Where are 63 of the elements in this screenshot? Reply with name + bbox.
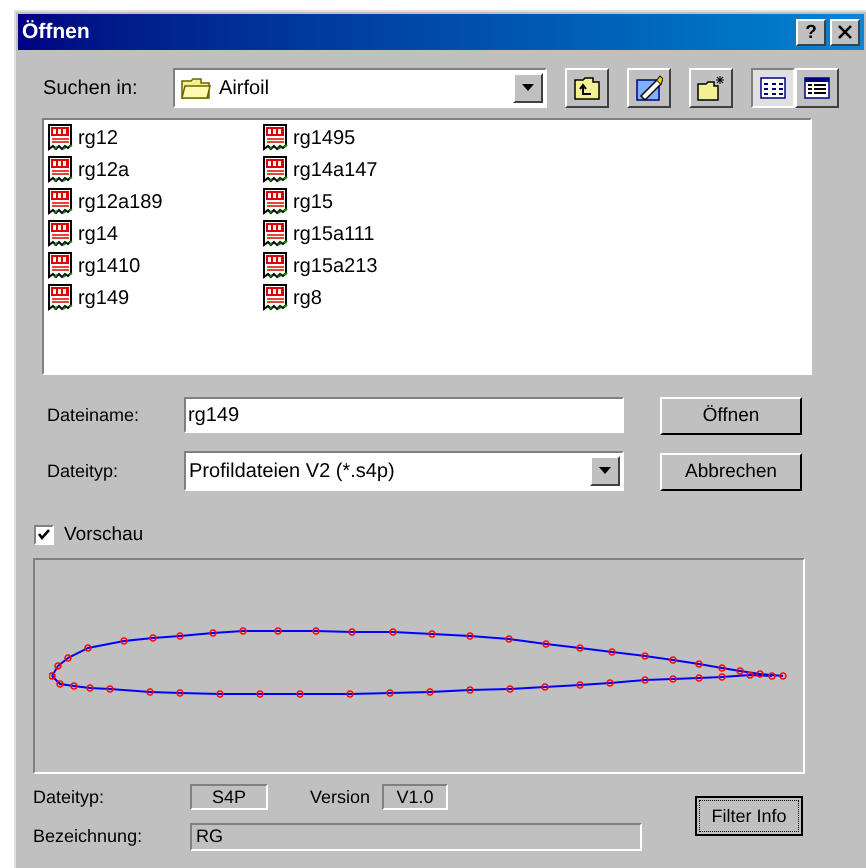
list-view-icon [760, 77, 786, 99]
file-item[interactable]: rg14 [46, 218, 261, 250]
caret-icon [522, 84, 534, 92]
file-type-value: Profildateien V2 (*.s4p) [189, 459, 396, 484]
details-view-button[interactable] [795, 68, 839, 108]
file-name: rg12a189 [78, 190, 163, 215]
dropdown-arrow-button[interactable] [513, 73, 543, 103]
version-value: V1.0 [382, 784, 448, 810]
file-item[interactable]: rg1410 [46, 250, 261, 282]
description-label: Bezeichnung: [33, 825, 144, 848]
file-name: rg1495 [293, 126, 356, 151]
info-type-value: S4P [190, 784, 268, 810]
file-name: rg12 [78, 126, 118, 151]
filter-info-button[interactable]: Filter Info [695, 796, 803, 836]
new-folder-button[interactable] [689, 68, 733, 108]
info-type-label: Dateityp: [33, 786, 106, 809]
file-name: rg14a147 [293, 158, 378, 183]
file-item[interactable]: rg12 [46, 122, 261, 154]
caret-icon [599, 467, 611, 475]
file-name: rg15a213 [293, 254, 378, 279]
file-name: rg15 [293, 190, 334, 215]
checkmark-icon [38, 529, 50, 542]
look-in-value: Airfoil [219, 76, 270, 101]
file-item[interactable]: rg14a147 [261, 154, 476, 186]
look-in-label: Suchen in: [43, 76, 139, 101]
description-value: RG [190, 822, 642, 850]
look-in-dropdown[interactable]: Airfoil [173, 68, 547, 108]
file-name: rg8 [293, 286, 322, 311]
details-view-icon [804, 77, 830, 99]
up-folder-icon [573, 75, 601, 101]
pencil-icon [635, 74, 663, 102]
file-item[interactable]: rg149 [46, 282, 261, 314]
cancel-button[interactable]: Abbrechen [660, 453, 802, 491]
file-name: rg14 [78, 222, 118, 247]
file-name-field[interactable]: rg149 [184, 397, 624, 433]
close-icon [838, 25, 852, 39]
desktop-button[interactable] [627, 68, 671, 108]
file-item[interactable]: rg15a111 [261, 218, 476, 250]
folder-icon [181, 76, 211, 100]
help-button[interactable]: ? [796, 18, 826, 46]
preview-checkbox[interactable] [34, 525, 54, 546]
preview-label: Vorschau [64, 523, 144, 547]
version-label: Version [310, 786, 370, 808]
file-item[interactable]: rg12a189 [46, 186, 261, 218]
close-button[interactable] [830, 18, 860, 46]
file-name: rg1410 [78, 254, 140, 279]
file-name: rg15a111 [293, 222, 375, 247]
file-item[interactable]: rg15 [261, 186, 476, 218]
file-type-label: Dateityp: [47, 460, 120, 483]
file-item[interactable]: rg8 [261, 282, 476, 314]
file-item[interactable]: rg15a213 [261, 250, 476, 282]
dropdown-arrow-button[interactable] [590, 456, 620, 486]
file-type-dropdown[interactable]: Profildateien V2 (*.s4p) [184, 451, 624, 491]
file-name-label: Dateiname: [47, 404, 140, 426]
file-name: rg149 [78, 286, 130, 311]
file-item[interactable]: rg1495 [261, 122, 476, 154]
window-title: Öffnen [22, 19, 90, 46]
open-button[interactable]: Öffnen [660, 397, 802, 435]
file-name: rg12a [78, 158, 130, 183]
new-folder-icon [696, 74, 726, 102]
list-view-button[interactable] [751, 68, 795, 108]
up-folder-button[interactable] [565, 68, 609, 108]
file-item[interactable]: rg12a [46, 154, 261, 186]
